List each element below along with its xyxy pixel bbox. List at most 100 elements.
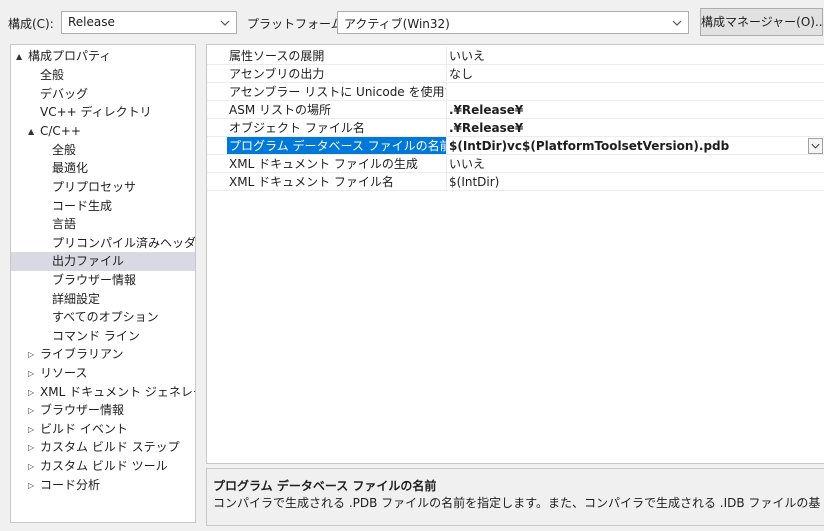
config-select-value: Release [68,15,115,29]
chevron-down-icon [220,20,230,26]
property-value[interactable]: $(IntDir)vc$(PlatformToolsetVersion).pdb [449,137,824,155]
tree-item-label: デバッグ [40,87,89,101]
tree-item-code-generation[interactable]: コード生成 [11,197,195,216]
tree-item-output-files[interactable]: 出力ファイル [11,252,195,271]
expand-arrow-icon[interactable]: ▷ [28,457,38,476]
property-tree: ▲ 構成プロパティ 全般 デバッグ VC++ ディレクトリ ▲ C/C++ 全般… [10,44,196,523]
row-divider [207,190,824,191]
column-divider [446,119,447,137]
tree-item-label: 言語 [52,217,77,231]
tree-item-command-line[interactable]: コマンド ライン [11,327,195,346]
property-row[interactable]: アセンブリの出力 なし [207,65,824,83]
tree-item-label: すべてのオプション [52,310,159,324]
tree-item-vc-directories[interactable]: VC++ ディレクトリ [11,103,195,122]
expand-arrow-icon[interactable]: ▷ [28,420,38,439]
tree-item-label: ブラウザー情報 [52,273,137,287]
tree-item-debugging[interactable]: デバッグ [11,85,195,104]
column-divider [446,47,447,65]
expand-arrow-icon[interactable]: ▷ [28,345,38,364]
property-name: XML ドキュメント ファイル名 [229,175,394,189]
chevron-down-icon [672,20,682,26]
description-text: コンパイラで生成される .PDB ファイルの名前を指定します。また、コンパイラで… [213,496,821,510]
expand-arrow-icon[interactable]: ▷ [28,476,38,495]
tree-item-librarian[interactable]: ▷ ライブラリアン [11,345,195,364]
property-name: プログラム データベース ファイルの名前 [227,137,447,155]
description-panel: プログラム データベース ファイルの名前 コンパイラで生成される .PDB ファ… [206,468,824,526]
tree-item-preprocessor[interactable]: プリプロセッサ [11,178,195,197]
collapse-arrow-icon[interactable]: ▲ [28,122,38,141]
value-dropdown-button[interactable] [808,138,823,154]
tree-item-custom-build-tool[interactable]: ▷ カスタム ビルド ツール [11,457,195,476]
tree-item-label: プリコンパイル済みヘッダー [52,236,196,250]
tree-item-label: 全般 [40,68,65,82]
configuration-toolbar: 構成(C): Release プラットフォーム(P): アクティブ(Win32)… [0,0,824,44]
platform-select[interactable]: アクティブ(Win32) [337,11,689,34]
property-row-selected[interactable]: プログラム データベース ファイルの名前 $(IntDir)vc$(Platfo… [207,137,824,155]
tree-item-browse-information[interactable]: ブラウザー情報 [11,271,195,290]
tree-item-label: ブラウザー情報 [40,403,125,417]
tree-item-label: コード生成 [52,199,113,213]
tree-item-optimization[interactable]: 最適化 [11,159,195,178]
tree-item-label: 全般 [52,143,77,157]
tree-item-general[interactable]: 全般 [11,66,195,85]
tree-item-xml-doc-generator[interactable]: ▷ XML ドキュメント ジェネレーター [11,383,195,402]
tree-item-label: カスタム ビルド ステップ [40,440,180,454]
column-divider [446,83,447,101]
tree-item-label: C/C++ [40,124,81,138]
property-row[interactable]: ASM リストの場所 .¥Release¥ [207,101,824,119]
expand-arrow-icon[interactable]: ▷ [28,401,38,420]
platform-select-value: アクティブ(Win32) [344,17,450,31]
tree-item-advanced[interactable]: 詳細設定 [11,290,195,309]
property-value[interactable]: $(IntDir) [449,173,824,191]
chevron-down-icon [811,143,820,149]
property-row[interactable]: アセンブラー リストに Unicode を使用する [207,83,824,101]
tree-item-language[interactable]: 言語 [11,215,195,234]
config-manager-button[interactable]: 構成マネージャー(O)... [700,8,824,36]
property-value[interactable]: なし [449,65,824,83]
expand-arrow-icon[interactable]: ▷ [28,383,38,402]
tree-item-label: VC++ ディレクトリ [40,105,152,119]
tree-item-label: リソース [40,366,88,380]
property-value[interactable] [449,83,824,101]
config-select[interactable]: Release [61,11,237,34]
tree-item-code-analysis[interactable]: ▷ コード分析 [11,476,195,495]
tree-item-browse-information-2[interactable]: ▷ ブラウザー情報 [11,401,195,420]
config-label: 構成(C): [8,17,54,31]
property-value[interactable]: いいえ [449,155,824,173]
tree-item-custom-build-step[interactable]: ▷ カスタム ビルド ステップ [11,438,195,457]
expand-arrow-icon[interactable]: ▷ [28,364,38,383]
tree-item-cpp-general[interactable]: 全般 [11,141,195,160]
column-divider [446,65,447,83]
tree-item-label: コマンド ライン [52,329,140,343]
tree-item-config-properties[interactable]: ▲ 構成プロパティ [11,47,195,66]
property-value[interactable]: .¥Release¥ [449,119,824,137]
tree-item-build-events[interactable]: ▷ ビルド イベント [11,420,195,439]
property-row[interactable]: XML ドキュメント ファイル名 $(IntDir) [207,173,824,191]
tree-item-label: 最適化 [52,161,89,175]
property-value[interactable]: .¥Release¥ [449,101,824,119]
tree-item-label: カスタム ビルド ツール [40,459,168,473]
property-row[interactable]: XML ドキュメント ファイルの生成 いいえ [207,155,824,173]
column-divider [446,173,447,191]
tree-item-resources[interactable]: ▷ リソース [11,364,195,383]
tree-item-label: ビルド イベント [40,422,128,436]
property-row[interactable]: 属性ソースの展開 いいえ [207,47,824,65]
tree-item-label: 詳細設定 [52,292,101,306]
tree-item-cpp[interactable]: ▲ C/C++ [11,122,195,141]
property-value[interactable]: いいえ [449,47,824,65]
property-grid: 属性ソースの展開 いいえ アセンブリの出力 なし アセンブラー リストに Uni… [206,44,824,464]
column-divider [446,155,447,173]
tree-item-label: コード分析 [40,478,101,492]
property-row[interactable]: オブジェクト ファイル名 .¥Release¥ [207,119,824,137]
property-name: ASM リストの場所 [229,103,331,117]
tree-item-precompiled-headers[interactable]: プリコンパイル済みヘッダー [11,234,195,253]
expand-arrow-icon[interactable]: ▷ [28,438,38,457]
collapse-arrow-icon[interactable]: ▲ [16,47,26,66]
tree-item-label: 構成プロパティ [28,49,112,63]
tree-item-label: 出力ファイル [52,254,125,268]
tree-item-label: XML ドキュメント ジェネレーター [40,385,195,399]
tree-item-label: ライブラリアン [40,347,124,361]
description-title: プログラム データベース ファイルの名前 [213,479,437,493]
column-divider [446,101,447,119]
tree-item-all-options[interactable]: すべてのオプション [11,308,195,327]
